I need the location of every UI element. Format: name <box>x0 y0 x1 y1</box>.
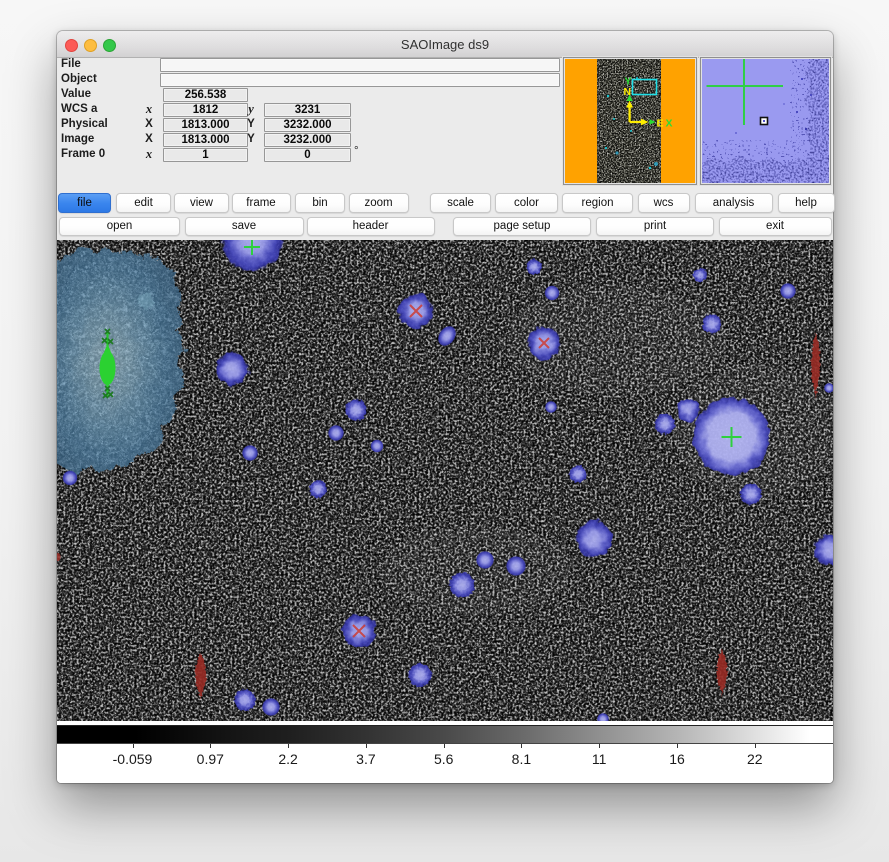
svg-text:N: N <box>624 86 632 98</box>
svg-text:E: E <box>657 118 664 130</box>
svg-text:X: X <box>666 118 673 130</box>
